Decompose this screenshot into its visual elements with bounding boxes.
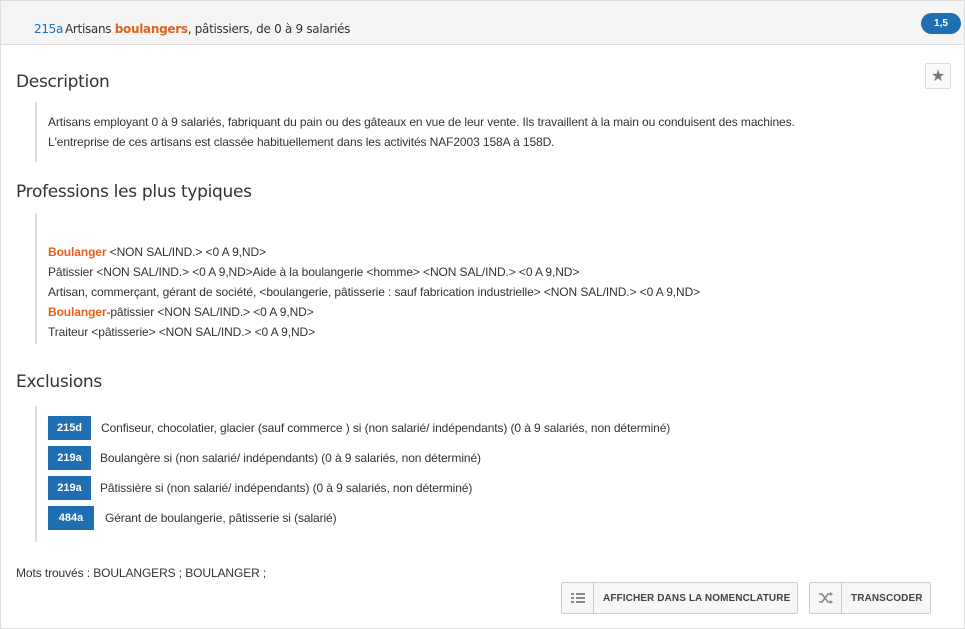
profession-highlight: Boulanger xyxy=(48,245,107,259)
transcoder-button[interactable]: TRANSCODER xyxy=(809,582,931,614)
header-title-highlight: boulangers xyxy=(114,22,188,36)
profession-text: <NON SAL/IND.> <0 A 9,ND> xyxy=(106,245,266,259)
professions-title: Professions les plus typiques xyxy=(16,182,252,202)
profession-item: Artisan, commerçant, gérant de société, … xyxy=(48,285,700,299)
star-icon: ★ xyxy=(930,68,946,85)
exclusion-code[interactable]: 219a xyxy=(48,446,91,470)
favorite-button[interactable]: ★ xyxy=(925,63,951,89)
profession-item: Boulanger-pâtissier <NON SAL/IND.> <0 A … xyxy=(48,305,314,319)
nomenclature-button[interactable]: AFFICHER DANS LA NOMENCLATURE xyxy=(561,582,798,614)
exclusions-block: 215d Confiseur, chocolatier, glacier (sa… xyxy=(35,406,670,542)
exclusion-code[interactable]: 484a xyxy=(48,506,94,530)
profession-text: Artisan, commerçant, gérant de société, … xyxy=(48,285,701,299)
description-block: Artisans employant 0 à 9 salariés, fabri… xyxy=(35,102,795,162)
profession-item: Pâtissier <NON SAL/IND.> <0 A 9,ND>Aide … xyxy=(48,265,579,279)
exclusion-text: Confiseur, chocolatier, glacier (sauf co… xyxy=(101,421,671,435)
profession-text: Traiteur <pâtisserie> <NON SAL/IND.> <0 … xyxy=(48,325,315,339)
header-title: Artisans boulangers, pâtissiers, de 0 à … xyxy=(65,22,350,36)
description-title: Description xyxy=(16,72,110,92)
exclusion-text: Pâtissière si (non salarié/ indépendants… xyxy=(100,481,473,495)
header-code[interactable]: 215a xyxy=(34,22,63,36)
found-words: Mots trouvés : BOULANGERS ; BOULANGER ; xyxy=(16,566,267,580)
card-header: 215a Artisans boulangers, pâtissiers, de… xyxy=(1,1,964,45)
exclusion-text: Boulangère si (non salarié/ indépendants… xyxy=(100,451,481,465)
nomenclature-label: AFFICHER DANS LA NOMENCLATURE xyxy=(603,593,791,604)
description-line-1: Artisans employant 0 à 9 salariés, fabri… xyxy=(48,115,795,129)
list-icon xyxy=(562,583,594,613)
header-title-suffix: , pâtissiers, de 0 à 9 salariés xyxy=(187,22,351,36)
professions-block: Boulanger <NON SAL/IND.> <0 A 9,ND> Pâti… xyxy=(35,213,700,344)
score-badge: 1,5 xyxy=(921,13,961,34)
exclusion-code[interactable]: 215d xyxy=(48,416,91,440)
profession-text: -pâtissier <NON SAL/IND.> <0 A 9,ND> xyxy=(106,305,314,319)
header-title-prefix: Artisans xyxy=(65,22,115,36)
profession-item: Boulanger <NON SAL/IND.> <0 A 9,ND> xyxy=(48,245,266,259)
result-card: 215a Artisans boulangers, pâtissiers, de… xyxy=(0,0,965,629)
exclusion-code[interactable]: 219a xyxy=(48,476,91,500)
profession-highlight: Boulanger xyxy=(48,305,107,319)
description-line-2: L'entreprise de ces artisans est classée… xyxy=(48,135,555,149)
transcoder-label: TRANSCODER xyxy=(851,593,923,604)
profession-text: Pâtissier <NON SAL/IND.> <0 A 9,ND>Aide … xyxy=(48,265,580,279)
shuffle-icon xyxy=(810,583,842,613)
exclusion-text: Gérant de boulangerie, pâtisserie si (sa… xyxy=(105,511,337,525)
exclusions-title: Exclusions xyxy=(16,372,102,392)
profession-item: Traiteur <pâtisserie> <NON SAL/IND.> <0 … xyxy=(48,325,315,339)
